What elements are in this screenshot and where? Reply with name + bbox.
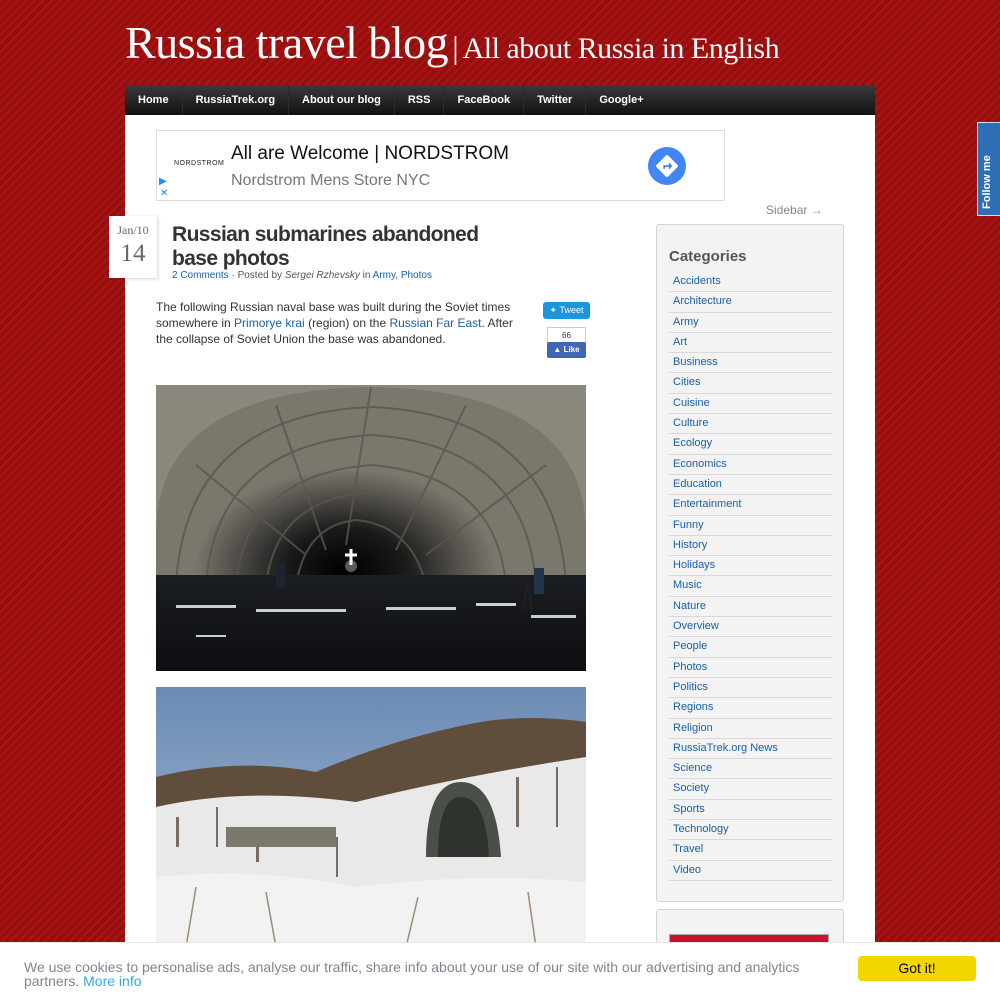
nav-twitter[interactable]: Twitter <box>524 85 587 115</box>
post-title[interactable]: Russian submarines abandoned base photos <box>172 223 527 271</box>
category-funny[interactable]: Funny <box>669 516 832 536</box>
ad-subline[interactable]: Nordstrom Mens Store NYC <box>231 172 430 190</box>
category-economics[interactable]: Economics <box>669 455 832 475</box>
tweet-button[interactable]: ✦ Tweet <box>543 302 590 319</box>
meta-text-in: in <box>359 270 373 281</box>
nav-about[interactable]: About our blog <box>289 85 395 115</box>
nav-rss[interactable]: RSS <box>395 85 445 115</box>
category-ecology[interactable]: Ecology <box>669 434 832 455</box>
twitter-bird-icon: ✦ <box>549 305 560 315</box>
site-tagline: All about Russia in English <box>462 32 780 65</box>
category-regions[interactable]: Regions <box>669 698 832 719</box>
category-link-photos[interactable]: Photos <box>401 270 432 281</box>
follow-me-label: Follow me <box>981 155 993 209</box>
ad-logo: NORDSTROM <box>174 160 225 167</box>
category-accidents[interactable]: Accidents <box>669 272 832 293</box>
cookie-more-info-link[interactable]: More info <box>83 973 141 989</box>
category-architecture[interactable]: Architecture <box>669 292 832 313</box>
link-primorye-krai[interactable]: Primorye krai <box>234 316 305 330</box>
category-art[interactable]: Art <box>669 333 832 354</box>
category-cuisine[interactable]: Cuisine <box>669 394 832 415</box>
tweet-label: Tweet <box>559 305 584 315</box>
category-photos[interactable]: Photos <box>669 658 832 678</box>
ad-headline[interactable]: All are Welcome | NORDSTROM <box>231 143 509 165</box>
photo-snowy-hillside[interactable] <box>156 687 586 947</box>
category-science[interactable]: Science <box>669 759 832 780</box>
meta-text: · Posted by <box>228 270 285 281</box>
nav-russiatrek[interactable]: RussiaTrek.org <box>183 85 290 115</box>
category-travel[interactable]: Travel <box>669 840 832 861</box>
facebook-like-button[interactable]: ▲ Like <box>547 342 586 358</box>
ad-banner[interactable]: NORDSTROM All are Welcome | NORDSTROM No… <box>156 130 725 201</box>
category-army[interactable]: Army <box>669 313 832 333</box>
category-link-army[interactable]: Army <box>373 270 396 281</box>
category-people[interactable]: People <box>669 637 832 658</box>
cookie-consent-bar: We use cookies to personalise ads, analy… <box>0 942 1000 1001</box>
category-list: Accidents Architecture Army Art Business… <box>669 272 832 881</box>
post-meta: 2 Comments · Posted by Sergei Rzhevsky i… <box>172 270 432 281</box>
photo-submarine-tunnel[interactable] <box>156 385 586 671</box>
category-sports[interactable]: Sports <box>669 800 832 821</box>
category-overview[interactable]: Overview <box>669 617 832 638</box>
site-header: Russia travel blog | All about Russia in… <box>125 16 780 69</box>
sidebar-toggle-link[interactable]: Sidebar → <box>766 203 823 217</box>
category-business[interactable]: Business <box>669 353 832 374</box>
category-music[interactable]: Music <box>669 576 832 597</box>
directions-arrow-icon[interactable] <box>648 147 686 185</box>
category-russiatrek-news[interactable]: RussiaTrek.org News <box>669 739 832 760</box>
category-nature[interactable]: Nature <box>669 597 832 618</box>
category-video[interactable]: Video <box>669 861 832 881</box>
main-nav: Home RussiaTrek.org About our blog RSS F… <box>125 85 875 115</box>
categories-heading: Categories <box>669 248 747 265</box>
category-technology[interactable]: Technology <box>669 820 832 841</box>
play-triangle-icon[interactable]: ▶ <box>159 176 167 187</box>
category-education[interactable]: Education <box>669 475 832 496</box>
cookie-accept-button[interactable]: Got it! <box>858 956 976 981</box>
cookie-message: We use cookies to personalise ads, analy… <box>24 960 854 988</box>
nav-facebook[interactable]: FaceBook <box>444 85 525 115</box>
category-culture[interactable]: Culture <box>669 414 832 435</box>
comments-link[interactable]: 2 Comments <box>172 270 229 281</box>
category-politics[interactable]: Politics <box>669 678 832 699</box>
date-day: 14 <box>120 240 146 267</box>
category-cities[interactable]: Cities <box>669 373 832 394</box>
follow-me-tab[interactable]: Follow me <box>977 122 1000 216</box>
post-author: Sergei Rzhevsky <box>284 270 360 281</box>
thumbs-up-icon: ▲ <box>553 345 564 354</box>
post-date: Jan/10 14 <box>109 216 157 278</box>
category-entertainment[interactable]: Entertainment <box>669 495 832 516</box>
link-russian-far-east[interactable]: Russian Far East <box>389 316 481 330</box>
nav-googleplus[interactable]: Google+ <box>586 85 656 115</box>
nav-home[interactable]: Home <box>125 85 183 115</box>
like-label: Like <box>563 345 580 354</box>
category-religion[interactable]: Religion <box>669 719 832 739</box>
site-title[interactable]: Russia travel blog <box>125 17 449 68</box>
date-month: Jan/10 <box>117 223 149 237</box>
category-holidays[interactable]: Holidays <box>669 556 832 577</box>
body-text: (region) on the <box>304 316 390 330</box>
title-separator: | <box>452 29 459 65</box>
post-body: The following Russian naval base was bui… <box>156 299 526 347</box>
category-society[interactable]: Society <box>669 779 832 800</box>
close-icon[interactable]: ✕ <box>160 188 168 199</box>
sidebar-categories: Categories Accidents Architecture Army A… <box>656 224 844 902</box>
category-history[interactable]: History <box>669 536 832 557</box>
